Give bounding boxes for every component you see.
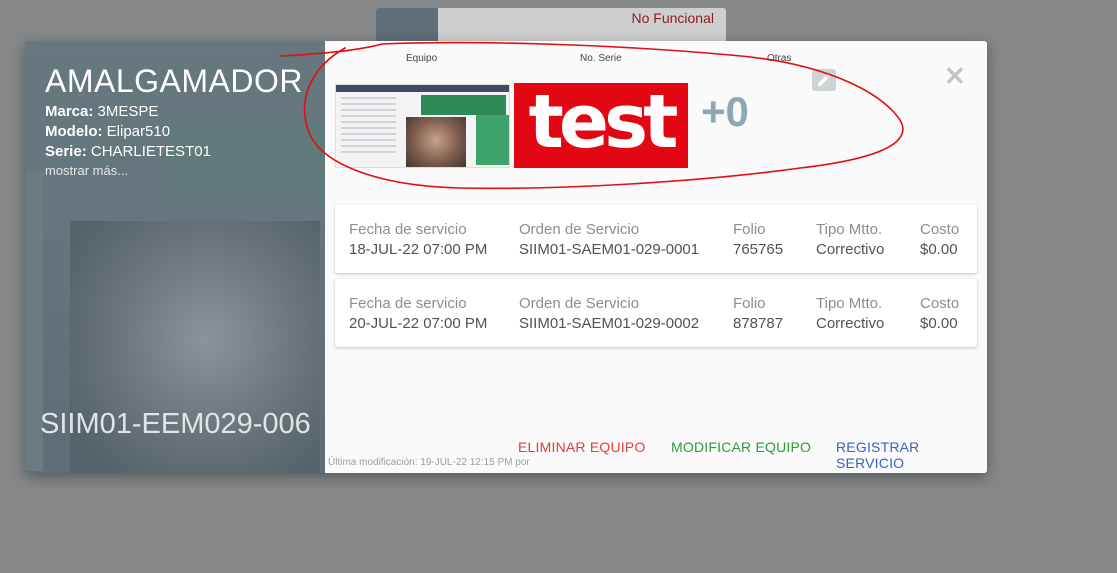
model-value: Elipar510 — [106, 123, 171, 140]
service-type-value: Correctivo — [816, 241, 885, 258]
serial-image-text: test — [528, 83, 679, 165]
brand-row: Marca: 3MESPE — [45, 102, 211, 122]
service-date: Fecha de servicio 18-JUL-22 07:00 PM — [349, 220, 487, 260]
pencil-icon — [818, 74, 830, 86]
service-type: Tipo Mtto. Correctivo — [816, 220, 884, 260]
service-folio-label: Folio — [733, 295, 766, 312]
service-order: Orden de Servicio SIIM01-SAEM01-029-0002 — [519, 294, 699, 334]
thumbnail-detail — [406, 117, 466, 167]
show-more-link[interactable]: mostrar más... — [45, 162, 211, 179]
thumbnail-detail — [476, 115, 509, 165]
serial-image-thumbnail[interactable]: test — [514, 83, 688, 168]
model-row: Modelo: Elipar510 — [45, 122, 211, 142]
service-type-label: Tipo Mtto. — [816, 295, 883, 312]
brand-value: 3MESPE — [97, 103, 159, 120]
close-icon[interactable]: ✕ — [944, 63, 966, 89]
serial-value: CHARLIETEST01 — [90, 143, 211, 160]
brand-label: Marca: — [45, 103, 94, 120]
image-header-serial: No. Serie — [580, 53, 622, 64]
service-cost-label: Costo — [920, 295, 960, 312]
service-order-label: Orden de Servicio — [519, 295, 640, 312]
service-cost-label: Costo — [920, 221, 960, 238]
service-date-value: 20-JUL-22 07:00 PM — [349, 315, 488, 332]
service-cost-value: $0.00 — [920, 241, 958, 258]
service-type: Tipo Mtto. Correctivo — [816, 294, 884, 334]
thumbnail-detail — [336, 85, 509, 92]
service-cost: Costo $0.00 — [920, 294, 959, 334]
service-order-label: Orden de Servicio — [519, 221, 640, 238]
service-folio: Folio 878787 — [733, 294, 783, 334]
last-modified-text: Última modificación: 19-JUL-22 12:15 PM … — [328, 457, 530, 468]
equipment-detail-panel: Equipo No. Serie Otras test +0 ✕ Fecha d… — [325, 41, 987, 473]
background-card-status: No Funcional — [631, 10, 715, 26]
model-label: Modelo: — [45, 123, 103, 140]
service-date: Fecha de servicio 20-JUL-22 07:00 PM — [349, 294, 487, 334]
image-header-others: Otras — [767, 53, 792, 64]
service-folio: Folio 765765 — [733, 220, 783, 260]
register-service-button[interactable]: REGISTRAR SERVICIO — [836, 439, 987, 471]
service-cost: Costo $0.00 — [920, 220, 959, 260]
service-date-label: Fecha de servicio — [349, 221, 467, 238]
service-type-label: Tipo Mtto. — [816, 221, 883, 238]
service-record-card[interactable]: Fecha de servicio 20-JUL-22 07:00 PM Ord… — [335, 279, 977, 347]
equipment-name: AMALGAMADOR — [45, 63, 303, 99]
modify-equipment-button[interactable]: MODIFICAR EQUIPO — [671, 439, 811, 455]
equipment-image-thumbnail[interactable] — [335, 84, 510, 168]
equipment-modal: AMALGAMADOR Marca: 3MESPE Modelo: Elipar… — [25, 41, 987, 473]
serial-row: Serie: CHARLIETEST01 — [45, 142, 211, 162]
equipment-summary-panel: AMALGAMADOR Marca: 3MESPE Modelo: Elipar… — [25, 41, 325, 473]
service-folio-label: Folio — [733, 221, 766, 238]
service-order: Orden de Servicio SIIM01-SAEM01-029-0001 — [519, 220, 699, 260]
service-order-value: SIIM01-SAEM01-029-0002 — [519, 315, 700, 332]
serial-label: Serie: — [45, 143, 87, 160]
thumbnail-detail — [421, 95, 506, 115]
other-images-count[interactable]: +0 — [701, 88, 749, 136]
thumbnail-detail — [341, 97, 396, 157]
delete-equipment-button[interactable]: ELIMINAR EQUIPO — [518, 439, 645, 455]
service-record-card[interactable]: Fecha de servicio 18-JUL-22 07:00 PM Ord… — [335, 205, 977, 273]
equipment-code: SIIM01-EEM029-006 — [40, 408, 311, 440]
service-folio-value: 765765 — [733, 241, 784, 258]
service-order-value: SIIM01-SAEM01-029-0001 — [519, 241, 700, 258]
service-date-label: Fecha de servicio — [349, 295, 467, 312]
service-date-value: 18-JUL-22 07:00 PM — [349, 241, 488, 258]
image-header-equipo: Equipo — [406, 53, 438, 64]
equipment-info: Marca: 3MESPE Modelo: Elipar510 Serie: C… — [45, 102, 211, 179]
service-cost-value: $0.00 — [920, 315, 958, 332]
service-type-value: Correctivo — [816, 315, 885, 332]
service-folio-value: 878787 — [733, 315, 784, 332]
edit-icon[interactable] — [812, 69, 836, 91]
